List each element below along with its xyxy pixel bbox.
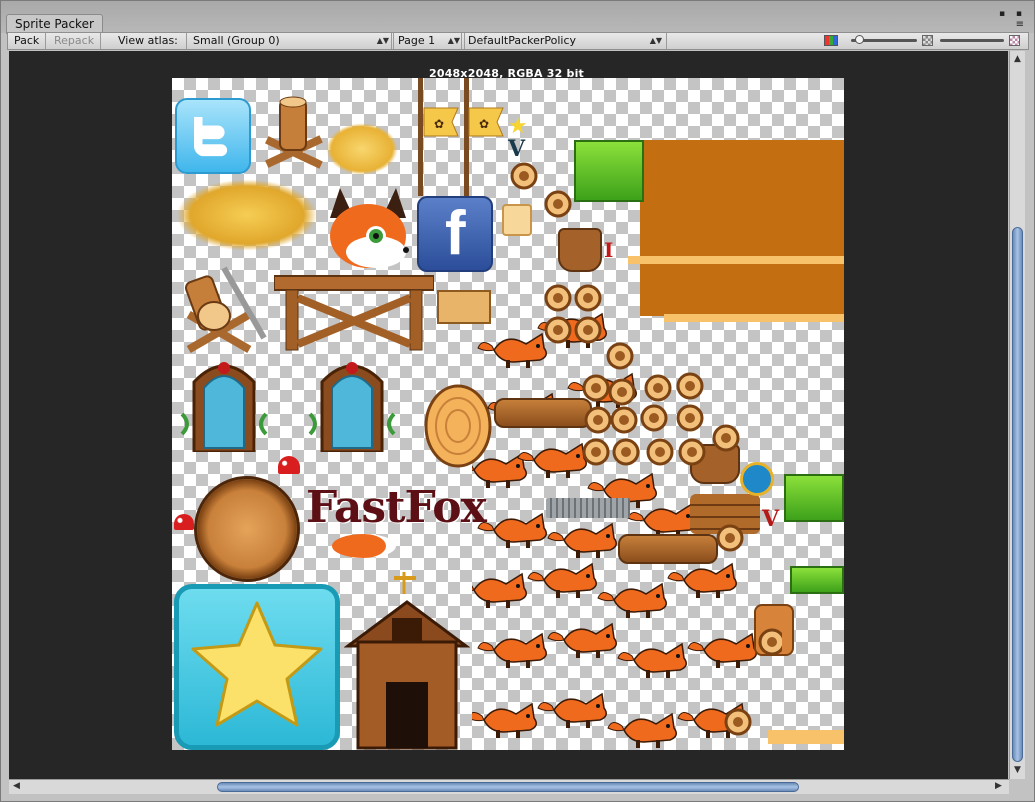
banner-pole-sprite: ✿ ✿ [412,78,512,196]
policy-dropdown-value: DefaultPackerPolicy [468,34,577,47]
tile-strip-sprite [768,730,844,744]
vertical-scrollbar[interactable]: ▲ ▼ [1009,51,1025,779]
rgb-channel-icon[interactable] [824,35,838,46]
zoom-slider-thumb[interactable] [855,35,864,44]
button-glyph [619,415,629,425]
view-atlas-label: View atlas: [118,34,178,47]
button-glyph [721,433,731,443]
button-glyph [767,637,777,647]
button-glyph [583,325,593,335]
repack-button[interactable]: Repack [48,33,102,49]
ground-platform-sprite [640,140,844,316]
door-right-sprite [308,354,396,454]
button-glyph [617,387,627,397]
grass-block-sprite [790,566,844,594]
horizontal-scrollbar[interactable]: ◀ ▶ [9,779,1009,794]
fox-tail-sprite [332,534,396,558]
scroll-right-icon[interactable]: ▶ [995,781,1002,791]
twitter-bird-icon [193,117,228,157]
barn-sprite [343,572,471,750]
atlas-viewport[interactable]: 2048x2048, RGBA 32 bit ✿ ✿ ★ V f FastFox… [9,51,1008,779]
window-controls[interactable]: ▪ ▪ [999,9,1026,19]
atlas-dropdown-value: Small (Group 0) [193,34,280,47]
svg-text:✿: ✿ [434,117,444,131]
workbench-sprite [273,268,435,352]
star-button-sprite [174,584,340,750]
workbench-icon [273,275,435,351]
window-menu-icon[interactable]: ≡ [1016,20,1024,30]
toolbar: Pack Repack View atlas: Small (Group 0) … [7,32,1029,50]
window-tab-bar: Sprite Packer ▪ ▪ ≡ [1,1,1034,34]
saw-log-icon [184,266,267,353]
tab-sprite-packer[interactable]: Sprite Packer [6,14,103,34]
policy-dropdown[interactable]: DefaultPackerPolicy ▲▼ [461,33,667,49]
fox-head-sprite [320,178,416,278]
facebook-sprite: f [417,196,493,272]
hay-large-sprite [174,178,320,252]
sprite-packer-window: Sprite Packer ▪ ▪ ≡ Pack Repack View atl… [0,0,1035,802]
horizontal-scroll-thumb[interactable] [217,782,799,792]
mushroom-icon [174,514,194,530]
star-icon [191,601,323,727]
magic-door-icon [180,362,268,454]
button-glyph [685,413,695,423]
hay-small-sprite [326,123,398,175]
button-glyph [653,383,663,393]
pack-button[interactable]: Pack [8,33,47,49]
alpha-low-icon [922,35,933,46]
log-stand-sprite [258,92,328,176]
svg-text:✿: ✿ [479,117,489,131]
v-letter-sprite: V [508,136,526,162]
button-glyph [553,325,563,335]
button-glyph [593,415,603,425]
page-dropdown[interactable]: Page 1 ▲▼ [391,33,465,49]
scroll-down-icon[interactable]: ▼ [1014,765,1021,775]
twitter-sprite [175,98,251,174]
alpha-slider-track[interactable] [940,39,1004,42]
vertical-scroll-thumb[interactable] [1012,227,1023,762]
dropdown-arrows-icon: ▲▼ [649,36,662,45]
mushroom-icon [278,456,300,474]
book-button-sprite [740,462,774,496]
button-glyph [553,199,563,209]
magic-door-icon [308,362,396,454]
button-glyph [621,447,631,457]
atlas-dropdown[interactable]: Small (Group 0) ▲▼ [186,33,394,49]
facebook-letter: f [445,199,466,268]
v-letter-sprite-red: V [762,506,780,532]
door-left-sprite [180,354,268,454]
button-glyph [655,447,665,457]
atlas-texture[interactable]: ✿ ✿ ★ V f FastFox I V [172,78,844,750]
scroll-up-icon[interactable]: ▲ [1014,54,1021,64]
alpha-high-icon [1009,35,1020,46]
button-glyph [553,293,563,303]
button-glyph [725,533,735,543]
saw-log-sprite [174,258,270,354]
button-glyph [591,383,601,393]
tile-strip-sprite [628,256,844,264]
button-glyph [583,293,593,303]
log-stand-icon [265,96,323,169]
button-glyph [519,171,529,181]
button-glyph [687,447,697,457]
button-glyph [649,413,659,423]
dropdown-arrows-icon: ▲▼ [376,36,389,45]
button-glyph [615,351,625,361]
i-letter-sprite: I [604,238,614,262]
grass-block-sprite [784,474,844,522]
fox-head-icon [330,188,409,268]
grass-block-sprite [574,140,644,202]
fastfox-logo-sprite: FastFox [306,482,487,533]
wood-play-button-sprite [194,476,300,582]
banner-pole-icon: ✿ ✿ [418,78,504,196]
page-dropdown-value: Page 1 [398,34,436,47]
button-glyph [685,381,695,391]
button-glyph [733,717,743,727]
button-glyph [591,447,601,457]
barn-icon [343,572,471,750]
tile-strip-sprite [664,314,844,322]
scroll-left-icon[interactable]: ◀ [13,781,20,791]
dropdown-arrows-icon: ▲▼ [447,36,460,45]
